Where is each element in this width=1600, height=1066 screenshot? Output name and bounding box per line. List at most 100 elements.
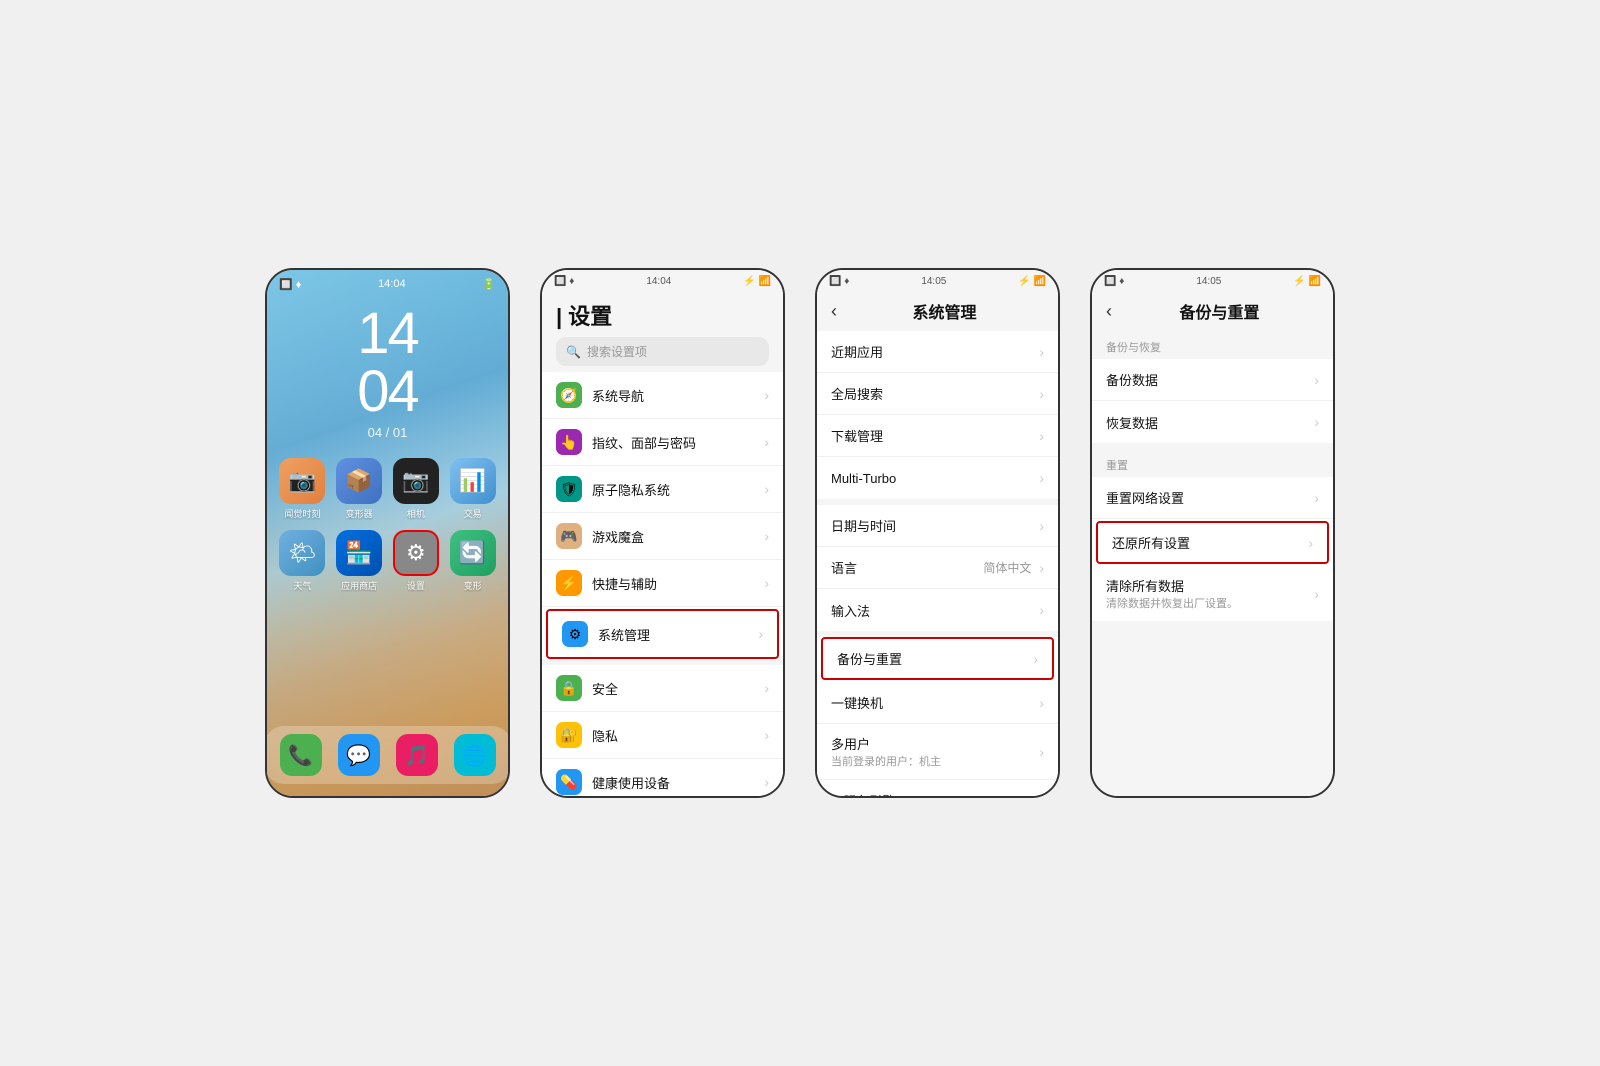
ai-service-label: AI服务引擎 [831,791,1035,796]
back-button[interactable]: ‹ [831,301,837,322]
phone-home: 🔲 ♦ 14:04 🔋 1404 04 / 01 📷 闻觉时刻 📦 变形器 📷 … [265,268,510,798]
settings-item-nav[interactable]: 🧭 系统导航 › [542,372,783,419]
status-time-sys: 14:05 [921,276,946,287]
item-multi-user[interactable]: 多用户 当前登录的用户：机主 › [817,724,1058,780]
multi-turbo-label: Multi-Turbo [831,471,1035,486]
item-restore-all[interactable]: 还原所有设置 › [1096,521,1329,564]
item-datetime[interactable]: 日期与时间 › [817,505,1058,547]
switch-phone-label: 一键换机 [831,693,1035,712]
home-clock: 1404 04 / 01 [267,295,508,444]
settings-screen: 🔲 ♦ 14:04 ⚡ 📶 | 设置 🔍 搜索设置项 🧭 系统导航 › 👆 [542,270,783,796]
item-language[interactable]: 语言 简体中文 › [817,547,1058,589]
privacy-label: 原子隐私系统 [592,480,760,499]
app-icon-settings[interactable]: ⚙ 设置 [393,530,440,592]
backup-label: 备份与重置 [837,649,1029,668]
restore-all-label: 还原所有设置 [1112,533,1304,552]
health-arrow: › [764,774,769,790]
settings-item-game[interactable]: 🎮 游戏魔盒 › [542,513,783,560]
settings-item-fingerprint[interactable]: 👆 指纹、面部与密码 › [542,419,783,466]
dock-browser[interactable]: 🌐 [454,734,496,776]
input-arrow: › [1039,602,1044,618]
fingerprint-label: 指纹、面部与密码 [592,433,760,452]
reset-network-label: 重置网络设置 [1106,488,1310,507]
item-recent-apps[interactable]: 近期应用 › [817,331,1058,373]
item-switch-phone[interactable]: 一键换机 › [817,682,1058,724]
rd-arrow: › [1314,414,1319,430]
multi-user-sub: 当前登录的用户：机主 [831,753,1035,769]
fp-arrow: › [764,434,769,450]
privacy-arrow: › [764,481,769,497]
fingerprint-icon: 👆 [556,429,582,455]
backup-back-button[interactable]: ‹ [1106,301,1112,322]
download-label: 下载管理 [831,426,1035,445]
gs-arrow: › [1039,386,1044,402]
quick-arrow: › [764,575,769,591]
backup-reset-screen: 🔲 ♦ 14:05 ⚡ 📶 ‹ 备份与重置 备份与恢复 备份数据 › 恢复数据 … [1092,270,1333,796]
system-arrow: › [758,626,763,642]
mt-arrow: › [1039,470,1044,486]
app-icon-gallery[interactable]: 📷 闻觉时刻 [279,458,326,520]
game-arrow: › [764,528,769,544]
ai-arrow: › [1039,793,1044,797]
dock-phone[interactable]: 📞 [280,734,322,776]
backup-title: 备份与重置 [1120,299,1319,323]
settings-item-privacy[interactable]: 🛡 原子隐私系统 › [542,466,783,513]
health-icon: 💊 [556,769,582,795]
settings-item-health[interactable]: 💊 健康使用设备 › [542,759,783,796]
language-value: 简体中文 [983,559,1031,576]
restore-data-label: 恢复数据 [1106,413,1310,432]
status-left-bk: 🔲 ♦ [1104,276,1124,287]
search-placeholder: 搜索设置项 [587,343,647,360]
item-reset-network[interactable]: 重置网络设置 › [1092,477,1333,519]
game-label: 游戏魔盒 [592,527,760,546]
backup-header: ‹ 备份与重置 [1092,291,1333,331]
item-backup[interactable]: 备份与重置 › [821,637,1054,680]
settings-item-quick[interactable]: ⚡ 快捷与辅助 › [542,560,783,607]
status-right-icons: 🔋 [482,278,496,291]
settings-item-private[interactable]: 🔐 隐私 › [542,712,783,759]
health-label: 健康使用设备 [592,773,760,792]
language-label: 语言 [831,558,983,577]
dt-arrow: › [1039,518,1044,534]
sys-status-bar: 🔲 ♦ 14:05 ⚡ 📶 [817,270,1058,291]
dock-messages[interactable]: 💬 [338,734,380,776]
backup-section: 备份数据 › 恢复数据 › [1092,359,1333,443]
bd-arrow: › [1314,372,1319,388]
item-input-method[interactable]: 输入法 › [817,589,1058,631]
settings-item-security[interactable]: 🔒 安全 › [542,665,783,712]
sec-arrow: › [764,680,769,696]
item-clear-all[interactable]: 清除所有数据 清除数据并恢复出厂设置。 › [1092,566,1333,621]
nav-label: 系统导航 [592,386,760,405]
phone-system-mgmt: 🔲 ♦ 14:05 ⚡ 📶 ‹ 系统管理 近期应用 › 全局搜索 › 下载管理 [815,268,1060,798]
item-multi-turbo[interactable]: Multi-Turbo › [817,457,1058,499]
clock-date: 04 / 01 [267,425,508,440]
app-icon-transform[interactable]: 🔄 变形 [449,530,496,592]
app-icon-appstore[interactable]: 🏪 应用商店 [336,530,383,592]
settings-status-bar: 🔲 ♦ 14:04 ⚡ 📶 [542,270,783,291]
dock-music[interactable]: 🎵 [396,734,438,776]
quick-label: 快捷与辅助 [592,574,760,593]
item-restore-data[interactable]: 恢复数据 › [1092,401,1333,443]
ca-arrow: › [1314,586,1319,602]
settings-main-title: | 设置 [556,299,769,331]
dl-arrow: › [1039,428,1044,444]
item-download[interactable]: 下载管理 › [817,415,1058,457]
app-icon-camera[interactable]: 📷 相机 [393,458,440,520]
search-icon: 🔍 [566,345,581,359]
settings-content: 🧭 系统导航 › 👆 指纹、面部与密码 › 🛡 原子隐私系统 › 🎮 游戏魔盒 [542,372,783,796]
phone-settings: 🔲 ♦ 14:04 ⚡ 📶 | 设置 🔍 搜索设置项 🧭 系统导航 › 👆 [540,268,785,798]
clear-all-sub: 清除数据并恢复出厂设置。 [1106,595,1310,611]
app-icon-trade[interactable]: 📊 交易 [449,458,496,520]
settings-section-2: 🔒 安全 › 🔐 隐私 › 💊 健康使用设备 › 💾 运存与存储空间 [542,665,783,796]
search-bar[interactable]: 🔍 搜索设置项 [556,337,769,366]
item-backup-data[interactable]: 备份数据 › [1092,359,1333,401]
backup-section-label: 备份与恢复 [1092,331,1333,359]
settings-header: | 设置 🔍 搜索设置项 [542,291,783,372]
app-icon-weather[interactable]: 🌤 天气 [279,530,326,592]
item-global-search[interactable]: 全局搜索 › [817,373,1058,415]
system-icon: ⚙ [562,621,588,647]
app-icon-transformer[interactable]: 📦 变形器 [336,458,383,520]
settings-item-system[interactable]: ⚙ 系统管理 › [546,609,779,659]
item-ai-service[interactable]: AI服务引擎 › [817,780,1058,796]
recent-arrow: › [1039,344,1044,360]
